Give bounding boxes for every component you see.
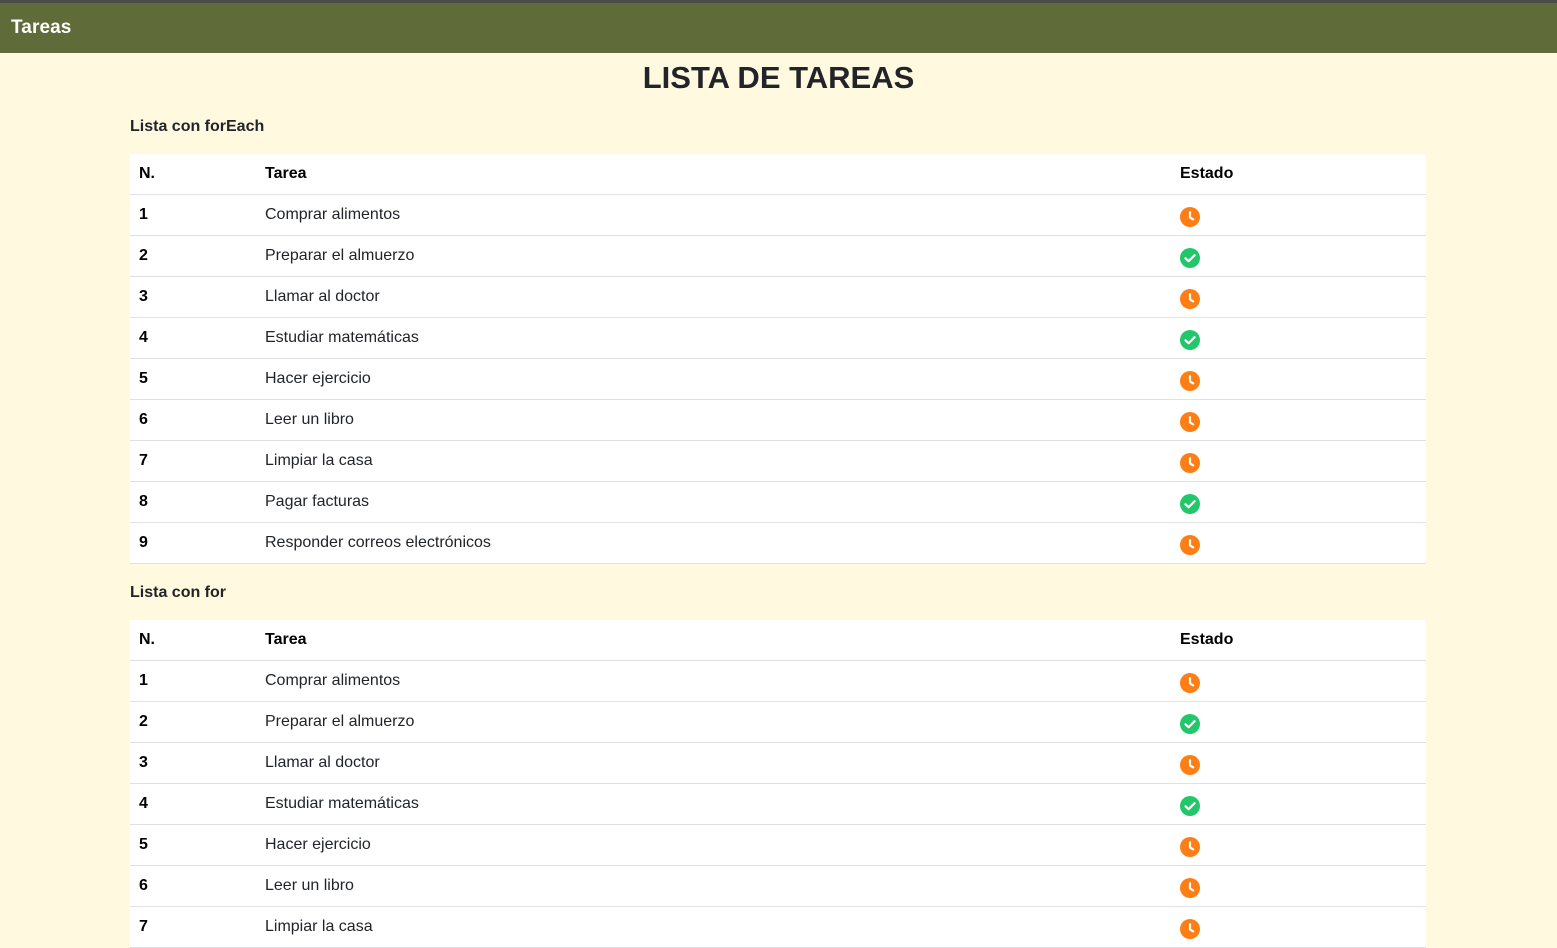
task-name: Leer un libro xyxy=(265,411,354,428)
section-title: Lista con forEach xyxy=(130,118,265,135)
table-row: 5 Hacer ejercicio xyxy=(130,825,1426,866)
table-row: 8 Pagar facturas xyxy=(130,482,1426,523)
clock-icon xyxy=(1180,837,1200,857)
check-circle-icon xyxy=(1180,796,1200,816)
clock-icon xyxy=(1180,535,1200,555)
navbar: Tareas xyxy=(0,0,1557,53)
table-row: 9 Responder correos electrónicos xyxy=(130,523,1426,564)
column-header-number: N. xyxy=(139,631,155,648)
task-number: 7 xyxy=(139,918,148,935)
table-row: 1 Comprar alimentos xyxy=(130,195,1426,236)
task-name: Llamar al doctor xyxy=(265,288,380,305)
clock-icon xyxy=(1180,289,1200,309)
column-header-task: Tarea xyxy=(265,631,307,648)
table-row: 4 Estudiar matemáticas xyxy=(130,784,1426,825)
task-number: 5 xyxy=(139,370,148,387)
check-circle-icon xyxy=(1180,248,1200,268)
column-header-task: Tarea xyxy=(265,165,307,182)
task-name: Estudiar matemáticas xyxy=(265,795,419,812)
clock-icon xyxy=(1180,755,1200,775)
section-title: Lista con for xyxy=(130,584,227,601)
page-title: LISTA DE TAREAS xyxy=(642,60,915,95)
table-row: 3 Llamar al doctor xyxy=(130,743,1426,784)
clock-icon xyxy=(1180,412,1200,432)
task-name: Hacer ejercicio xyxy=(265,836,371,853)
task-name: Preparar el almuerzo xyxy=(265,713,415,730)
column-header-number: N. xyxy=(139,165,155,182)
task-number: 3 xyxy=(139,754,148,771)
clock-icon xyxy=(1180,207,1200,227)
task-name: Leer un libro xyxy=(265,877,354,894)
task-name: Estudiar matemáticas xyxy=(265,329,419,346)
clock-icon xyxy=(1180,673,1200,693)
task-number: 7 xyxy=(139,452,148,469)
table-row: 7 Limpiar la casa xyxy=(130,907,1426,948)
table-row: 2 Preparar el almuerzo xyxy=(130,236,1426,277)
task-name: Responder correos electrónicos xyxy=(265,534,491,551)
task-name: Preparar el almuerzo xyxy=(265,247,415,264)
table-row: 6 Leer un libro xyxy=(130,400,1426,441)
table-row: 3 Llamar al doctor xyxy=(130,277,1426,318)
task-name: Limpiar la casa xyxy=(265,452,373,469)
navbar-brand[interactable]: Tareas xyxy=(11,17,71,39)
task-number: 6 xyxy=(139,411,148,428)
clock-icon xyxy=(1180,919,1200,939)
table-row: 4 Estudiar matemáticas xyxy=(130,318,1426,359)
task-number: 1 xyxy=(139,672,148,689)
task-number: 4 xyxy=(139,329,148,346)
task-number: 6 xyxy=(139,877,148,894)
clock-icon xyxy=(1180,453,1200,473)
task-number: 2 xyxy=(139,713,148,730)
task-number: 1 xyxy=(139,206,148,223)
task-name: Pagar facturas xyxy=(265,493,370,510)
table-row: 7 Limpiar la casa xyxy=(130,441,1426,482)
task-number: 3 xyxy=(139,288,148,305)
column-header-state: Estado xyxy=(1180,165,1234,182)
table-row: 1 Comprar alimentos xyxy=(130,661,1426,702)
task-table: N. Tarea Estado 1 Comprar alimentos 2 Preparar… xyxy=(130,620,1426,948)
clock-icon xyxy=(1180,371,1200,391)
check-circle-icon xyxy=(1180,714,1200,734)
task-number: 9 xyxy=(139,534,148,551)
task-number: 5 xyxy=(139,836,148,853)
task-table: N. Tarea Estado 1 Comprar alimentos 2 Preparar… xyxy=(130,154,1426,564)
table-row: 2 Preparar el almuerzo xyxy=(130,702,1426,743)
clock-icon xyxy=(1180,878,1200,898)
task-name: Comprar alimentos xyxy=(265,206,401,223)
task-name: Comprar alimentos xyxy=(265,672,401,689)
table-row: 6 Leer un libro xyxy=(130,866,1426,907)
task-number: 4 xyxy=(139,795,148,812)
check-circle-icon xyxy=(1180,330,1200,350)
table-row: 5 Hacer ejercicio xyxy=(130,359,1426,400)
column-header-state: Estado xyxy=(1180,631,1234,648)
task-number: 8 xyxy=(139,493,148,510)
task-name: Hacer ejercicio xyxy=(265,370,371,387)
table-header-row: N. Tarea Estado xyxy=(130,620,1426,661)
task-name: Limpiar la casa xyxy=(265,918,373,935)
task-name: Llamar al doctor xyxy=(265,754,380,771)
task-number: 2 xyxy=(139,247,148,264)
table-header-row: N. Tarea Estado xyxy=(130,154,1426,195)
check-circle-icon xyxy=(1180,494,1200,514)
